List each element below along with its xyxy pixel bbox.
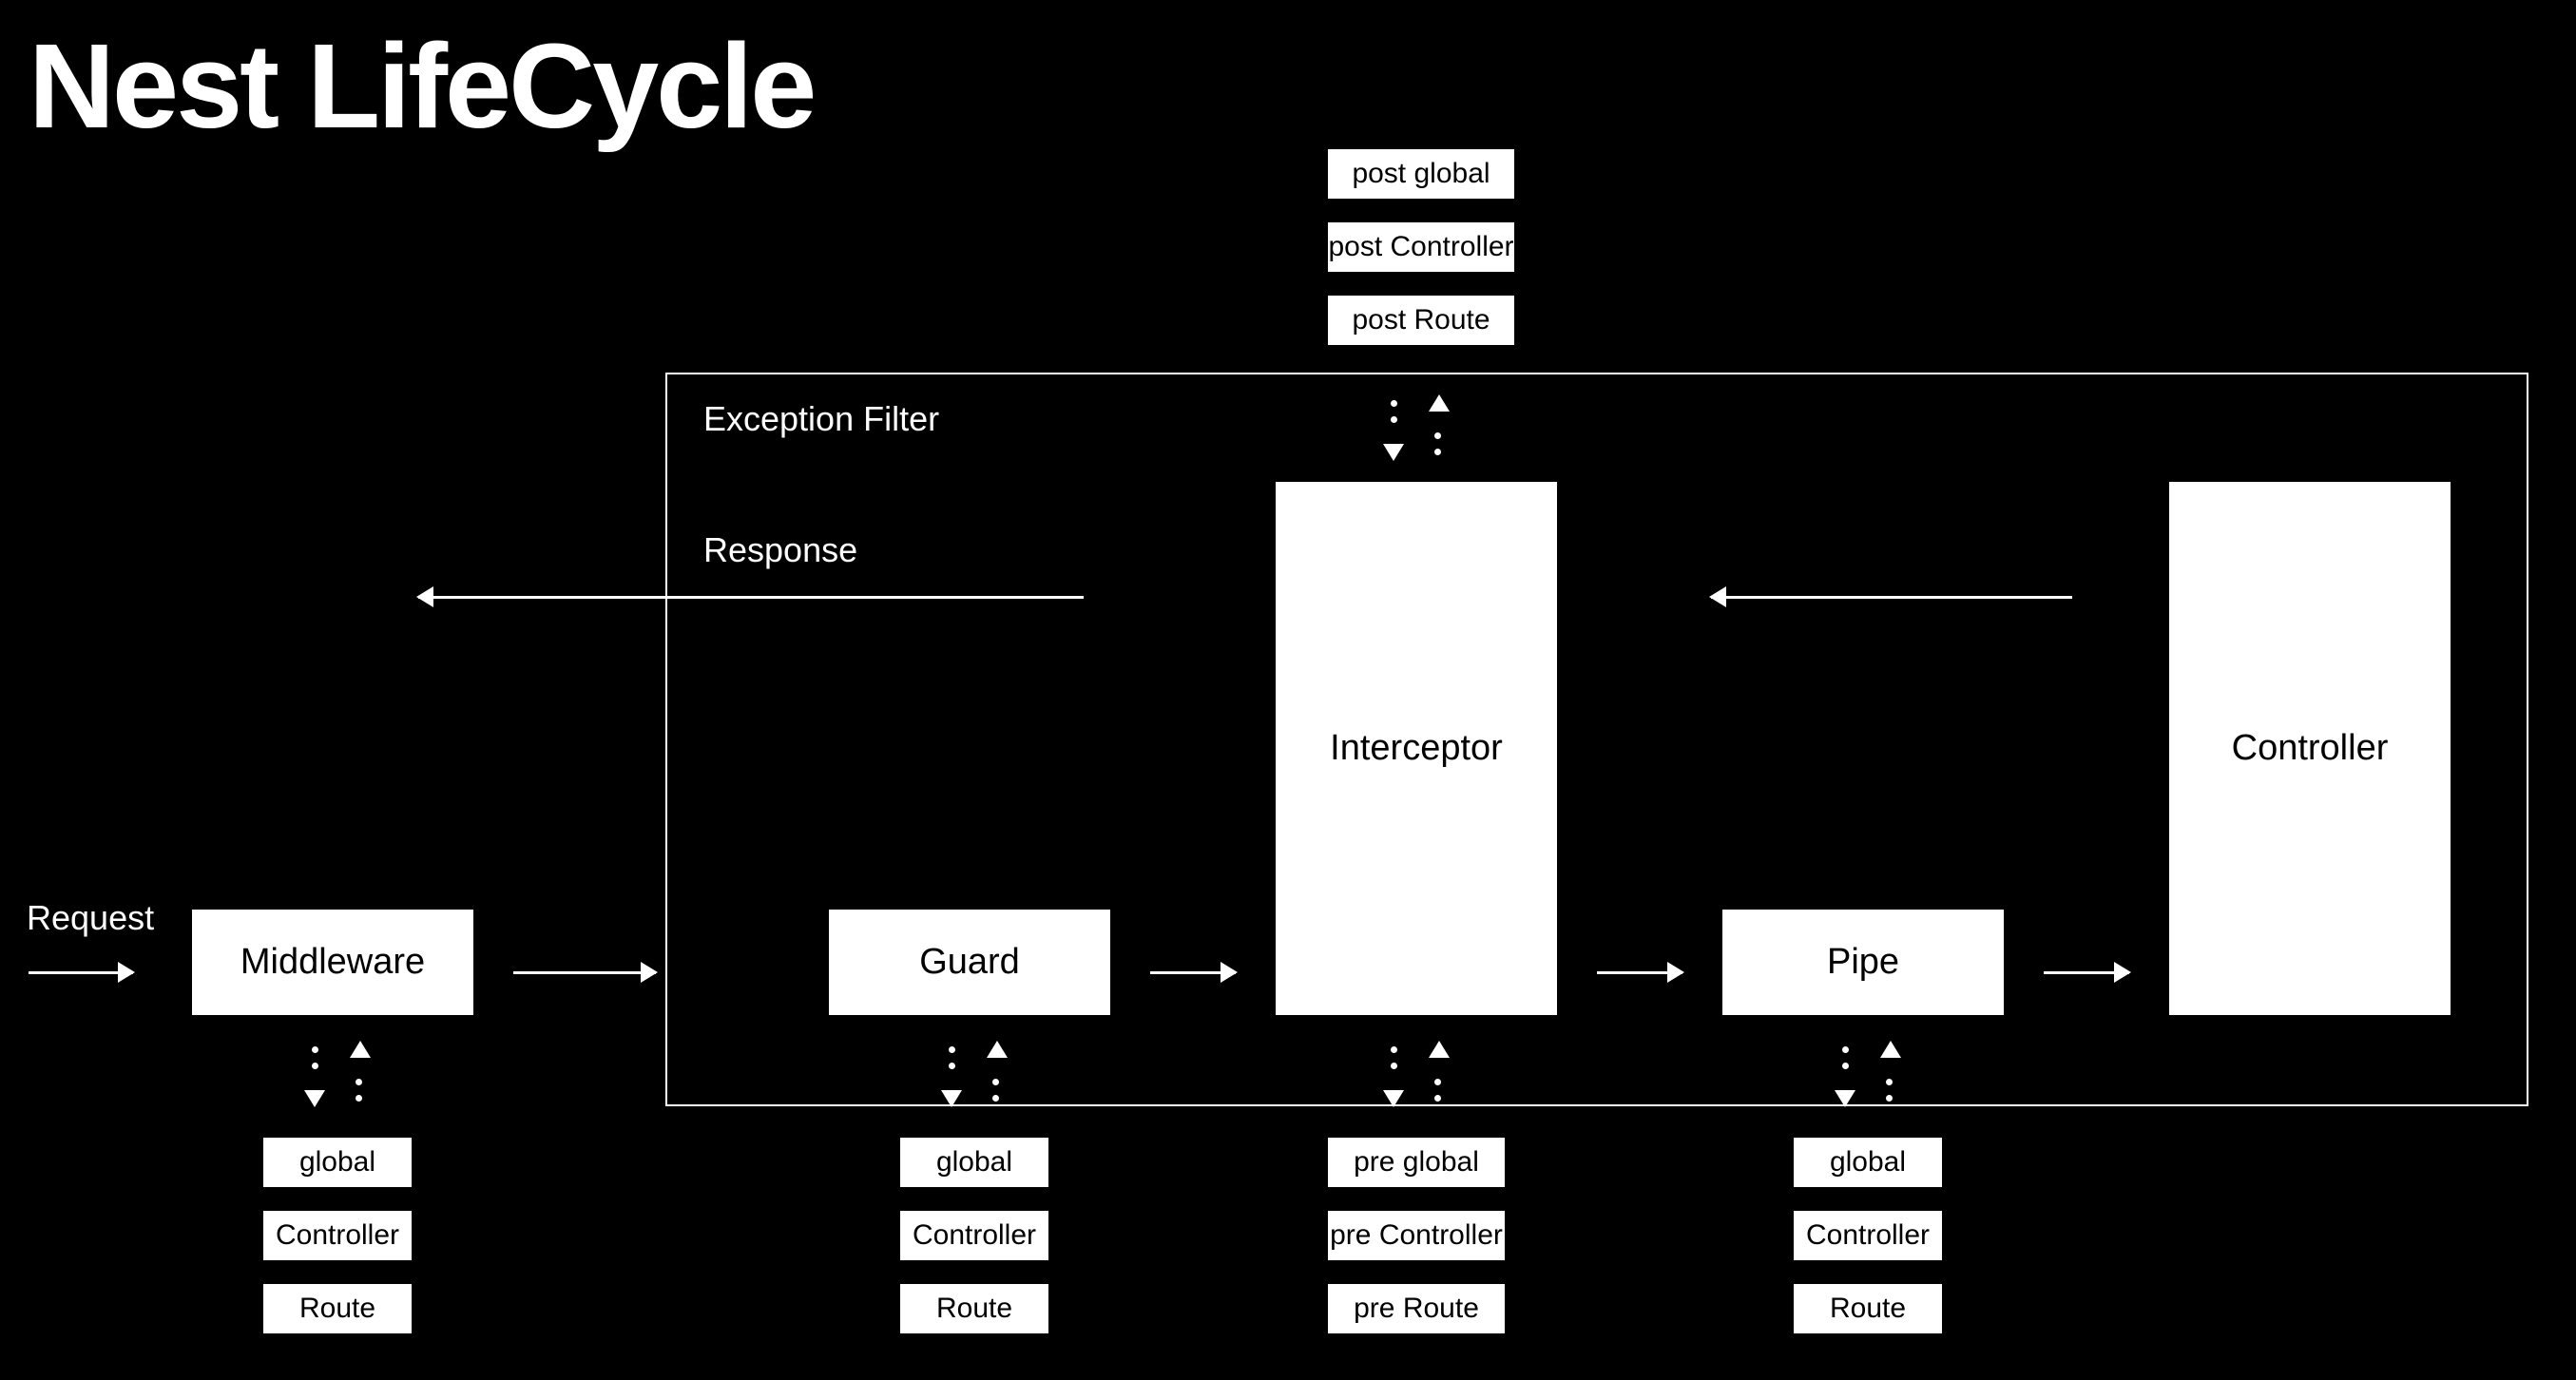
page-title: Nest LifeCycle: [29, 17, 814, 155]
middleware-stack-route: Route: [261, 1282, 413, 1335]
arrow-pipe-to-controller: [2044, 971, 2129, 974]
bidir-guard: [932, 1041, 1017, 1107]
pipe-stack-route: Route: [1792, 1282, 1944, 1335]
bidir-interceptor-pre: [1374, 1041, 1459, 1107]
arrow-controller-to-interceptor: [1711, 596, 2072, 599]
response-label: Response: [703, 530, 857, 570]
arrow-middleware-to-guard: [513, 971, 656, 974]
bidir-pipe: [1825, 1041, 1911, 1107]
middleware-box: Middleware: [190, 908, 475, 1017]
interceptor-post-controller: post Controller: [1326, 220, 1516, 274]
guard-stack-global: global: [898, 1136, 1050, 1189]
pipe-stack-controller: Controller: [1792, 1209, 1944, 1262]
arrow-guard-to-interceptor: [1150, 971, 1236, 974]
interceptor-post-global: post global: [1326, 147, 1516, 201]
interceptor-post-route: post Route: [1326, 294, 1516, 347]
pipe-box: Pipe: [1721, 908, 2006, 1017]
interceptor-pre-global: pre global: [1326, 1136, 1507, 1189]
bidir-interceptor-post: [1374, 394, 1459, 461]
interceptor-pre-controller: pre Controller: [1326, 1209, 1507, 1262]
guard-box: Guard: [827, 908, 1112, 1017]
controller-box: Controller: [2167, 480, 2452, 1017]
guard-stack-route: Route: [898, 1282, 1050, 1335]
arrow-interceptor-to-pipe: [1597, 971, 1682, 974]
pipe-stack-global: global: [1792, 1136, 1944, 1189]
arrow-response-out: [418, 596, 1084, 599]
request-label: Request: [27, 898, 154, 938]
exception-filter-label: Exception Filter: [703, 399, 939, 439]
bidir-middleware: [295, 1041, 380, 1107]
interceptor-box: Interceptor: [1274, 480, 1559, 1017]
middleware-stack-global: global: [261, 1136, 413, 1189]
arrow-request-to-middleware: [29, 971, 133, 974]
guard-stack-controller: Controller: [898, 1209, 1050, 1262]
interceptor-pre-route: pre Route: [1326, 1282, 1507, 1335]
middleware-stack-controller: Controller: [261, 1209, 413, 1262]
